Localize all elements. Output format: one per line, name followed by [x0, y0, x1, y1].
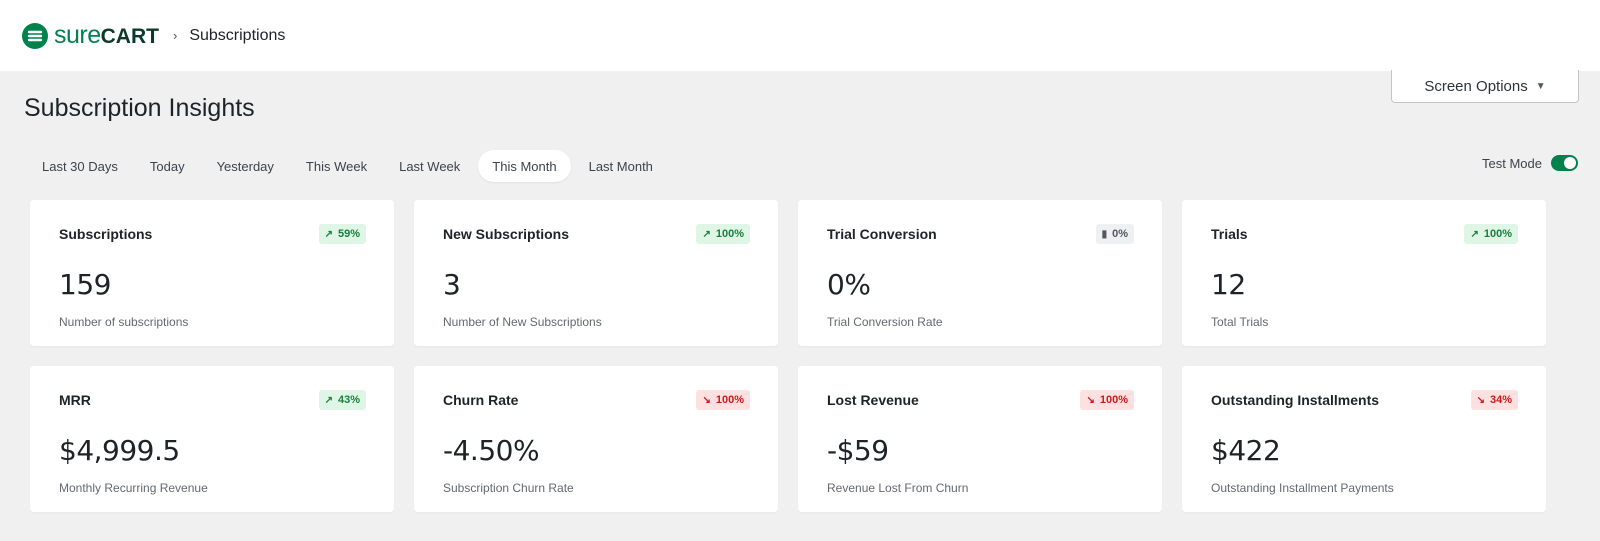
card-value: 3 [443, 268, 461, 301]
screen-options-button[interactable]: Screen Options ▼ [1391, 70, 1579, 103]
filter-last-month[interactable]: Last Month [575, 150, 667, 182]
stat-card-lost-revenue: Lost Revenue ↘ 100% -$59 Revenue Lost Fro… [798, 366, 1162, 512]
date-filter-tabs: Last 30 Days Today Yesterday This Week L… [28, 150, 667, 182]
surecart-logo-icon[interactable] [22, 22, 48, 49]
card-description: Number of subscriptions [59, 315, 189, 329]
trend-badge: ↘ 100% [696, 390, 750, 410]
trend-badge: ↗ 59% [318, 224, 366, 244]
trend-value: 59% [337, 228, 360, 240]
trend-value: 43% [337, 394, 360, 406]
stat-card-trials: Trials ↗ 100% 12 Total Trials [1182, 200, 1546, 346]
stat-card-outstanding-installments: Outstanding Installments ↘ 34% $422 Outst… [1182, 366, 1546, 512]
card-description: Trial Conversion Rate [827, 315, 943, 329]
filter-last-30-days[interactable]: Last 30 Days [28, 150, 132, 182]
card-description: Subscription Churn Rate [443, 481, 574, 495]
trend-up-icon: ↗ [1470, 228, 1479, 240]
card-value: -4.50% [443, 434, 540, 467]
card-value: $4,999.5 [59, 434, 180, 467]
trend-value: 100% [715, 228, 744, 240]
trend-down-icon: ↘ [702, 394, 711, 406]
card-value: $422 [1211, 434, 1281, 467]
trend-badge: ↗ 100% [1464, 224, 1518, 244]
card-value: 12 [1211, 268, 1246, 301]
filter-last-week[interactable]: Last Week [385, 150, 474, 182]
card-description: Outstanding Installment Payments [1211, 481, 1394, 495]
test-mode-control: Test Mode [1482, 155, 1578, 171]
stat-card-new-subscriptions: New Subscriptions ↗ 100% 3 Number of New … [414, 200, 778, 346]
trend-down-icon: ↘ [1086, 394, 1095, 406]
filter-this-week[interactable]: This Week [292, 150, 381, 182]
caret-down-icon: ▼ [1535, 80, 1546, 92]
card-description: Number of New Subscriptions [443, 315, 602, 329]
card-description: Total Trials [1211, 315, 1269, 329]
screen-options-label: Screen Options [1424, 77, 1528, 95]
breadcrumb-separator: › [172, 28, 178, 43]
stat-card-trial-conversion: Trial Conversion ▮ 0% 0% Trial Conversion… [798, 200, 1162, 346]
trend-value: 34% [1489, 394, 1512, 406]
trend-value: 100% [1483, 228, 1512, 240]
page-title: Subscription Insights [24, 94, 255, 122]
breadcrumb-current: Subscriptions [189, 26, 286, 44]
filter-this-month[interactable]: This Month [478, 150, 571, 182]
trend-up-icon: ↗ [324, 228, 333, 240]
card-description: Monthly Recurring Revenue [59, 481, 208, 495]
filter-yesterday[interactable]: Yesterday [203, 150, 288, 182]
top-bar: sure CART › Subscriptions [0, 0, 1600, 71]
trend-badge: ↘ 34% [1470, 390, 1518, 410]
brand-wordmark[interactable]: sure CART [54, 21, 159, 50]
trend-down-icon: ↘ [1476, 394, 1485, 406]
card-title: Trial Conversion [827, 226, 937, 242]
stat-card-subscriptions: Subscriptions ↗ 59% 159 Number of subscri… [30, 200, 394, 346]
trend-up-icon: ↗ [324, 394, 333, 406]
card-description: Revenue Lost From Churn [827, 481, 969, 495]
trend-badge: ↗ 100% [696, 224, 750, 244]
trend-value: 100% [1099, 394, 1128, 406]
test-mode-toggle[interactable] [1551, 155, 1578, 171]
brand-name-light: sure [54, 21, 101, 49]
trend-value: 100% [715, 394, 744, 406]
test-mode-label: Test Mode [1482, 155, 1542, 171]
card-value: 159 [59, 268, 111, 301]
trend-badge: ↘ 100% [1080, 390, 1134, 410]
card-value: 0% [827, 268, 871, 301]
trend-badge: ▮ 0% [1095, 224, 1134, 244]
stat-card-churn-rate: Churn Rate ↘ 100% -4.50% Subscription Chu… [414, 366, 778, 512]
trend-badge: ↗ 43% [318, 390, 366, 410]
trend-flat-icon: ▮ [1101, 228, 1108, 240]
trend-up-icon: ↗ [702, 228, 711, 240]
trend-value: 0% [1112, 228, 1128, 240]
stat-card-mrr: MRR ↗ 43% $4,999.5 Monthly Recurring Reve… [30, 366, 394, 512]
card-value: -$59 [827, 434, 889, 467]
filter-today[interactable]: Today [136, 150, 199, 182]
brand-name-bold: CART [100, 25, 159, 48]
stats-grid: Subscriptions ↗ 59% 159 Number of subscri… [30, 200, 1578, 512]
